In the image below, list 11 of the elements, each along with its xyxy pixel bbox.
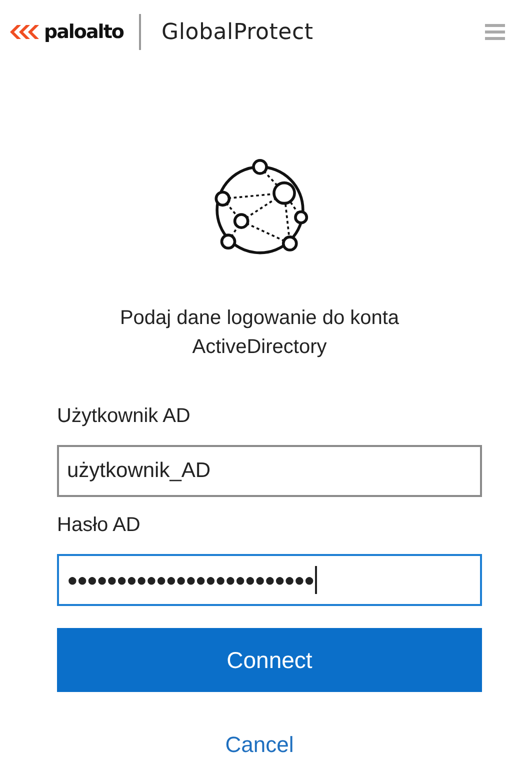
username-field[interactable]: użytkownik_AD bbox=[57, 445, 482, 497]
field-label: Hasło AD bbox=[57, 513, 142, 538]
field-label: Użytkownik AD bbox=[57, 404, 192, 429]
instruction-text: Podaj dane logowanie do konta ActiveDirectory bbox=[118, 306, 400, 360]
menu-icon[interactable] bbox=[485, 23, 505, 41]
brand-name: paloalto bbox=[44, 21, 124, 43]
product-name: GlobalProtect bbox=[161, 20, 314, 44]
connect-button[interactable]: Connect bbox=[57, 628, 482, 692]
cancel-link[interactable]: Cancel bbox=[225, 732, 294, 758]
password-field[interactable]: ●●●●●●●●●●●●●●●●●●●●●●●●● bbox=[57, 554, 482, 606]
logo-icon bbox=[10, 24, 40, 40]
